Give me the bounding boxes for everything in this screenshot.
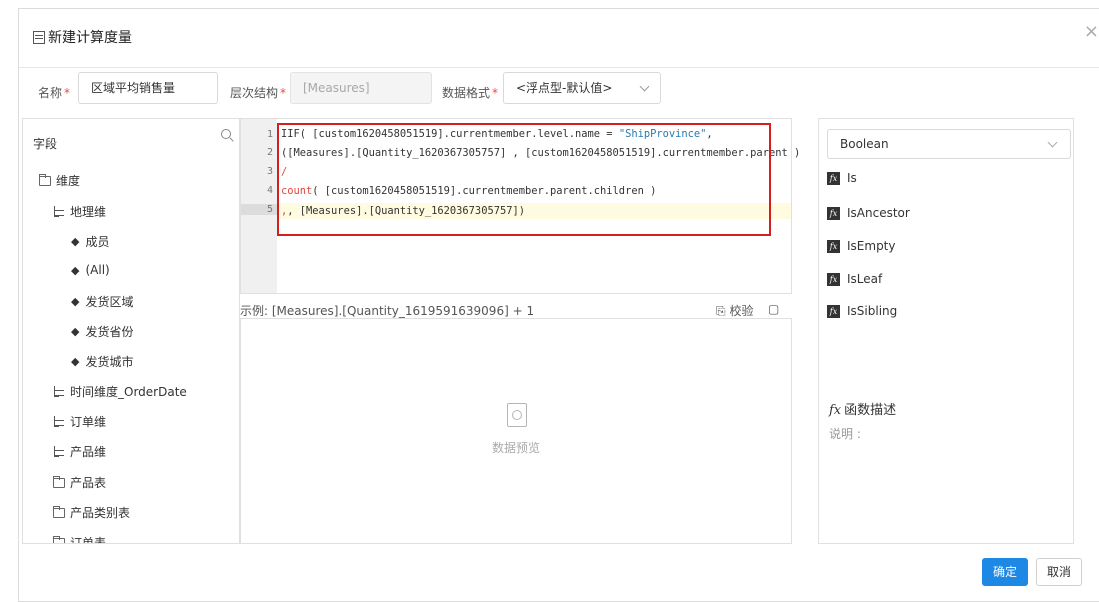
line-number: 2	[266, 147, 273, 158]
layer-icon: ◆	[71, 355, 80, 368]
line-number: 4	[266, 185, 273, 196]
tree-header: 字段	[33, 137, 58, 151]
chevron-down-icon	[1047, 137, 1058, 148]
chevron-down-icon	[639, 81, 650, 92]
function-item-issibling[interactable]: fx IsSibling	[827, 304, 897, 318]
tree-item-members[interactable]: ◆ 成员	[71, 233, 109, 250]
layer-icon: ◆	[71, 295, 80, 308]
hierarchy-input: [Measures]	[290, 72, 432, 104]
function-item-isleaf[interactable]: fx IsLeaf	[827, 272, 882, 286]
tree-item-ship-city[interactable]: ◆ 发货城市	[71, 353, 133, 370]
ok-button[interactable]: 确定	[982, 558, 1028, 586]
validate-icon: ⎘	[716, 304, 726, 318]
folder-icon	[39, 173, 51, 186]
layer-icon: ◆	[71, 263, 80, 277]
search-icon[interactable]	[221, 129, 231, 139]
dialog-title: 新建计算度量	[48, 30, 132, 46]
name-label: 名称 *	[38, 86, 71, 100]
highlight-box	[277, 123, 771, 236]
function-icon: fx	[827, 272, 840, 286]
hierarchy-icon	[53, 445, 65, 458]
layer-icon: ◆	[71, 235, 80, 248]
header-divider	[19, 67, 1099, 68]
function-icon: fx	[827, 206, 840, 220]
function-description-label: 说明 :	[829, 427, 861, 441]
name-input[interactable]: 区域平均销售量	[78, 72, 218, 104]
example-row: 示例: [Measures].[Quantity_1619591639096] …	[240, 296, 792, 332]
preview-icon: ▢	[768, 302, 780, 316]
format-select-value: <浮点型-默认值>	[516, 81, 613, 95]
function-category-select[interactable]: Boolean	[827, 129, 1071, 159]
tree-item-ship-region[interactable]: ◆ 发货区域	[71, 293, 133, 310]
function-icon: fx	[827, 171, 840, 185]
folder-icon	[53, 535, 65, 543]
field-tree-panel: 字段 维度 地理维 ◆ 成员 ◆ (All) ◆ 发货区域 ◆ 发货省份 ◆ 发货城市 时…	[22, 118, 240, 544]
function-icon: fx	[827, 239, 840, 253]
function-item-isancestor[interactable]: fx IsAncestor	[827, 206, 910, 220]
formula-editor[interactable]: 1 2 3 4 5 IIF( [custom1620458051519].cur…	[240, 118, 800, 294]
tree-item-order-dim[interactable]: 订单维	[53, 413, 106, 430]
function-panel: Boolean fx Is fx IsAncestor fx IsEmpty fx Is…	[818, 118, 1074, 544]
tree-item-product-dim[interactable]: 产品维	[53, 443, 106, 460]
preview-document-icon	[507, 403, 527, 427]
close-icon[interactable]: ×	[1084, 21, 1099, 42]
folder-icon	[53, 475, 65, 488]
hierarchy-icon	[53, 205, 65, 218]
hierarchy-icon	[53, 415, 65, 428]
validate-button[interactable]: ⎘ 校验	[716, 302, 753, 319]
line-number: 5	[241, 204, 277, 215]
line-number: 3	[266, 166, 273, 177]
function-icon: fx	[827, 304, 840, 318]
line-number: 1	[266, 129, 273, 140]
format-select[interactable]: <浮点型-默认值>	[503, 72, 661, 104]
form-row: 名称 * 区域平均销售量 层次结构 * [Measures] 数据格式 * <浮点型-…	[0, 70, 1099, 106]
hierarchy-label: 层次结构 *	[230, 86, 287, 100]
data-preview-panel: 数据预览	[240, 318, 792, 544]
tree-item-dimension[interactable]: 维度	[39, 172, 80, 189]
function-item-is[interactable]: fx Is	[827, 171, 857, 185]
folder-icon	[53, 505, 65, 518]
tree-item-geo[interactable]: 地理维	[53, 203, 106, 220]
tree-item-product-table[interactable]: 产品表	[53, 474, 106, 491]
measure-icon	[33, 30, 45, 44]
cancel-button[interactable]: 取消	[1036, 558, 1082, 586]
tree-item-ship-province[interactable]: ◆ 发货省份	[71, 323, 133, 340]
tree-item-time[interactable]: 时间维度_OrderDate	[53, 383, 187, 400]
tree-item-all[interactable]: ◆ (All)	[71, 263, 110, 277]
fx-icon: fx	[829, 403, 842, 418]
layer-icon: ◆	[71, 325, 80, 338]
tree-item-order-table[interactable]: 订单表	[53, 534, 106, 543]
tree-item-category-table[interactable]: 产品类别表	[53, 504, 130, 521]
function-item-isempty[interactable]: fx IsEmpty	[827, 239, 896, 253]
hierarchy-icon	[53, 385, 65, 398]
preview-placeholder: 数据预览	[491, 441, 540, 455]
example-text: 示例: [Measures].[Quantity_1619591639096] …	[240, 304, 535, 318]
function-description-title: fx 函数描述	[829, 403, 897, 418]
format-label: 数据格式 *	[442, 86, 499, 100]
dialog-title-row: 新建计算度量	[33, 27, 132, 47]
